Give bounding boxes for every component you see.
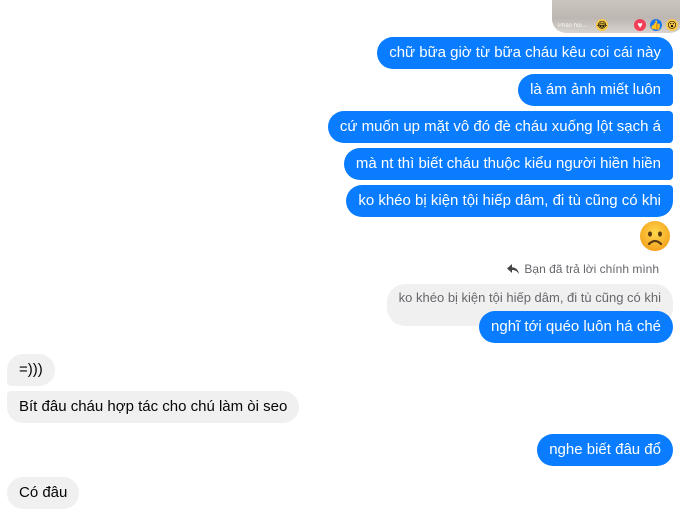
message-incoming[interactable]: Có đâu — [7, 477, 80, 509]
message-outgoing[interactable]: nghe biết đâu đổ — [537, 434, 673, 466]
message-outgoing[interactable]: chữ bữa giờ từ bữa cháu kêu coi cái này — [377, 37, 673, 69]
message-outgoing[interactable]: nghĩ tới quéo luôn há ché — [479, 311, 673, 343]
reply-label-text: Bạn đã trả lời chính mình — [524, 262, 659, 276]
like-reaction-icon: 👍 — [650, 19, 662, 31]
haha-reaction-icon: 😂 — [596, 19, 608, 31]
media-caption: Phản hồi... — [558, 23, 587, 29]
message-outgoing[interactable]: mà nt thì biết cháu thuộc kiểu người hiề… — [343, 148, 673, 180]
reply-label: Bạn đã trả lời chính mình — [507, 262, 659, 276]
love-reaction-icon: ♥ — [634, 19, 646, 31]
message-outgoing[interactable]: ko khéo bị kiện tội hiếp dâm, đi tù cũng… — [346, 185, 673, 217]
message-outgoing[interactable]: là ám ảnh miết luôn — [518, 74, 673, 106]
message-incoming[interactable]: Bít đâu cháu hợp tác cho chú làm òi seo — [7, 391, 300, 423]
reply-arrow-icon — [507, 263, 520, 274]
wow-reaction-icon: 😮 — [666, 19, 678, 31]
media-thumbnail[interactable]: Phản hồi... 😂 ♥ 👍 😮 — [552, 0, 680, 33]
message-outgoing[interactable]: cứ muốn up mặt vô đó đè cháu xuống lột s… — [327, 111, 673, 143]
frowning-face-emoji-icon[interactable] — [639, 220, 671, 252]
message-incoming[interactable]: =))) — [7, 354, 55, 386]
